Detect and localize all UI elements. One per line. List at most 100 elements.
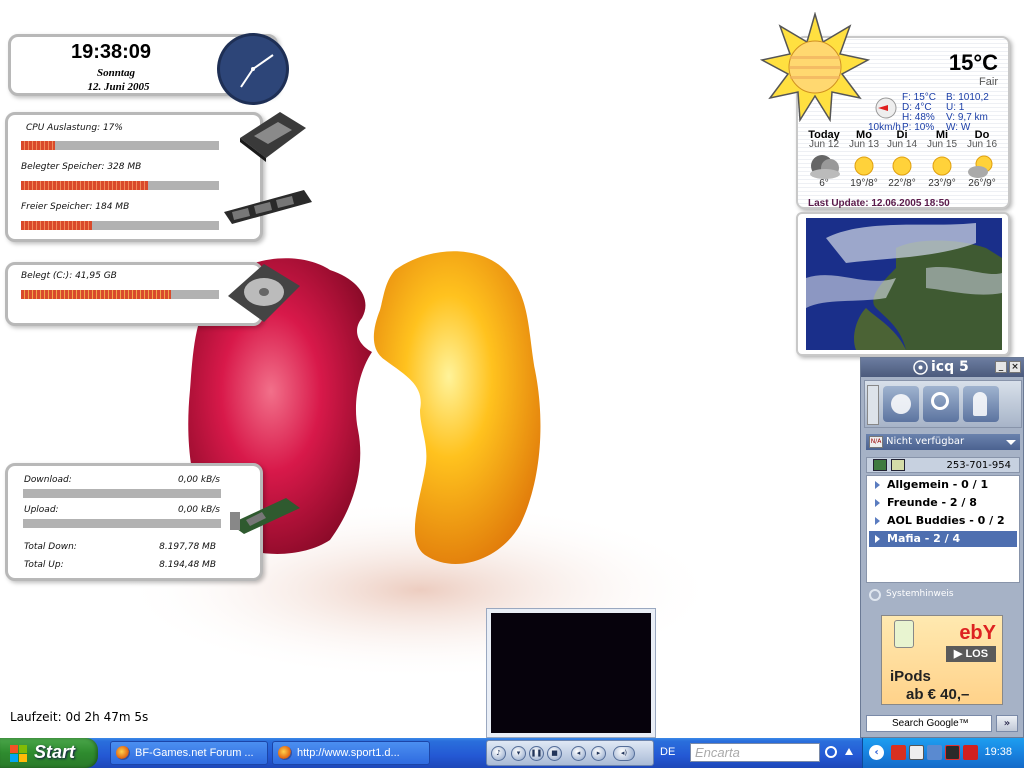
clock-date: 12. Juni 2005 (87, 81, 150, 93)
icq-uin-bar: 253-701-954 (866, 457, 1020, 473)
tray-shield-icon[interactable] (963, 745, 978, 760)
ad-line-2: ab € 40,– (906, 686, 970, 703)
weather-temperature: 15°C (948, 50, 998, 75)
upload-value: 0,00 kB/s (177, 505, 220, 515)
close-button[interactable]: × (1009, 361, 1021, 373)
chevron-down-icon[interactable]: ▾ (511, 746, 526, 761)
network-icon (891, 394, 911, 414)
total-down-value: 8.197,78 MB (159, 542, 216, 552)
memory-used-bar (21, 181, 219, 190)
ebay-ad-banner[interactable]: ebY ▶ LOS iPods ab € 40,– (881, 615, 1003, 705)
contact-group-list: Allgemein - 0 / 1 Freunde - 2 / 8 AOL Bu… (866, 475, 1020, 583)
forecast-date: Jun 14 (886, 139, 918, 150)
contact-group-selected[interactable]: Mafia - 2 / 4 (869, 531, 1017, 547)
icq-window: icq 5 _ × N/A Nicht verfügbar 253-701-95… (860, 357, 1024, 738)
icq-title: icq 5 (931, 359, 969, 375)
expand-arrow-icon (875, 481, 880, 489)
contact-group[interactable]: Freunde - 2 / 8 (869, 495, 1017, 511)
chevron-left-icon[interactable]: ‹ (869, 745, 884, 760)
weather-last-update: Last Update: 12.06.2005 18:50 (808, 198, 950, 209)
uptime-label: Laufzeit: 0d 2h 47m 5s (10, 710, 149, 724)
traz-tab[interactable] (867, 385, 879, 425)
group-label: Mafia - 2 / 4 (887, 532, 961, 545)
search-icon (931, 392, 949, 410)
partly-cloudy-icon (968, 155, 993, 178)
contact-group[interactable]: AOL Buddies - 0 / 2 (869, 513, 1017, 529)
satellite-map-widget (796, 212, 1010, 356)
pause-icon[interactable]: ❚❚ (529, 746, 544, 761)
ad-line-1: iPods (890, 668, 931, 685)
media-player-mini[interactable] (486, 608, 656, 738)
language-indicator[interactable]: DE (660, 746, 675, 758)
tray-meter-icon[interactable] (945, 745, 960, 760)
memory-free-bar-fill (21, 221, 93, 230)
forecast-date: Jun 13 (848, 139, 880, 150)
network-card-icon (230, 498, 300, 534)
clock-weekday: Sonntag (97, 67, 135, 79)
cpu-label: CPU Auslastung: 17% (26, 123, 123, 133)
icq-uin: 253-701-954 (946, 460, 1011, 471)
tray-clock[interactable]: 19:38 (984, 746, 1012, 758)
contact-group[interactable]: Allgemein - 0 / 1 (869, 477, 1017, 493)
status-label: Nicht verfügbar (886, 436, 965, 447)
icq-toolbar (864, 380, 1022, 428)
taskbar-item[interactable]: http://www.sport1.d... (272, 741, 430, 765)
system-tray: ‹ 19:38 (862, 738, 1024, 768)
memory-used-label: Belegter Speicher: 328 MB (21, 162, 142, 172)
video-screen[interactable] (491, 613, 651, 733)
ipod-icon (894, 620, 914, 648)
expand-arrow-icon (875, 517, 880, 525)
analog-clock-icon (217, 33, 289, 105)
tray-app-icon[interactable] (891, 745, 906, 760)
search-go-button[interactable]: » (996, 715, 1018, 732)
disk-bar-fill (21, 290, 172, 299)
cpu-bar (21, 141, 219, 150)
memory-free-label: Freier Speicher: 184 MB (21, 202, 130, 212)
expand-arrow-icon (875, 499, 880, 507)
icq-flower-icon[interactable] (873, 459, 887, 471)
ad-los-button[interactable]: ▶ LOS (946, 646, 996, 662)
stop-icon[interactable]: ■ (547, 746, 562, 761)
clock-time: 19:38:09 (70, 41, 152, 63)
chevron-down-icon (1006, 440, 1016, 445)
start-label: Start (34, 742, 76, 762)
google-search-field[interactable]: Search Google™ (866, 715, 992, 732)
user-icon (973, 392, 987, 416)
icq-titlebar[interactable]: icq 5 _ × (861, 358, 1024, 377)
group-label: AOL Buddies - 0 / 2 (887, 514, 1005, 527)
scroll-up-icon[interactable] (845, 748, 853, 755)
taskbar-item-label: http://www.sport1.d... (297, 747, 400, 759)
user-tool-button[interactable] (963, 386, 999, 422)
system-notice[interactable]: Systemhinweis (866, 589, 1020, 603)
wind-compass-icon (875, 97, 897, 119)
weather-details-left: F: 15°C D: 4°C H: 48% P: 10% (902, 93, 936, 133)
upload-label: Upload: (24, 505, 59, 515)
big-sun-icon (760, 12, 870, 122)
tray-status-icon[interactable] (909, 745, 924, 760)
media-player-toolbar: ♪ ▾ ❚❚ ■ ◂ ▸ ◂) (486, 740, 654, 766)
minimize-button[interactable]: _ (995, 361, 1007, 373)
media-logo-icon[interactable]: ♪ (491, 746, 506, 761)
previous-icon[interactable]: ◂ (571, 746, 586, 761)
clock-widget: 19:38:09 Sonntag 12. Juni 2005 (8, 33, 289, 105)
search-tool-button[interactable] (923, 386, 959, 422)
icq-group-icon[interactable] (891, 459, 905, 471)
next-icon[interactable]: ▸ (591, 746, 606, 761)
contacts-tool-button[interactable] (883, 386, 919, 422)
sun-icon (932, 156, 952, 176)
encarta-search-input[interactable]: Encarta (690, 743, 820, 762)
volume-icon[interactable]: ◂) (613, 746, 635, 761)
upload-bar (23, 519, 221, 528)
download-value: 0,00 kB/s (177, 475, 220, 485)
taskbar-item[interactable]: BF-Games.net Forum ... (110, 741, 268, 765)
start-button[interactable]: Start (0, 738, 98, 768)
hard-drive-icon (228, 264, 300, 322)
ebay-logo: ebY (959, 622, 996, 644)
status-dropdown[interactable]: N/A Nicht verfügbar (866, 434, 1020, 450)
search-icon[interactable] (825, 746, 837, 758)
forecast-date: Jun 15 (926, 139, 958, 150)
tray-network-icon[interactable] (927, 745, 942, 760)
sun-icon (854, 156, 874, 176)
weather-condition: Fair (979, 76, 998, 88)
windows-flag-icon (10, 745, 27, 762)
